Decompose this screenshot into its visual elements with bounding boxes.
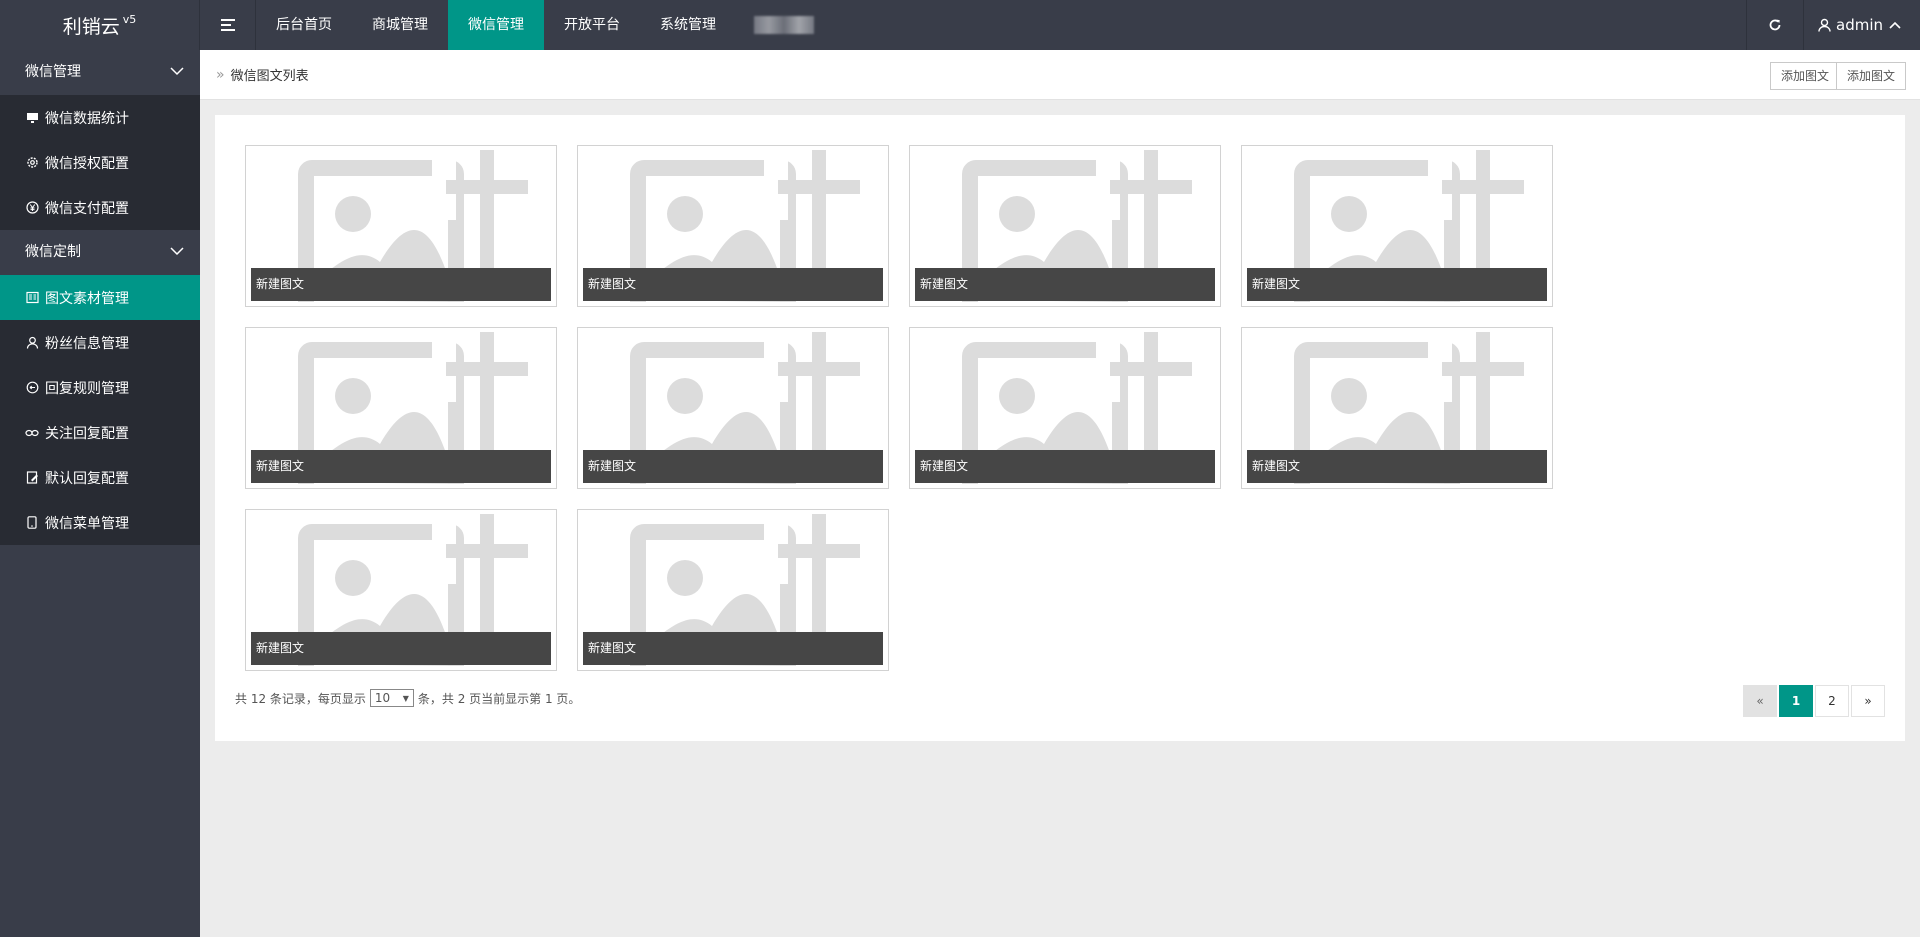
news-card-caption: 新建图文 [251,268,551,301]
pagination-summary-suffix: 条，共 2 页当前显示第 1 页。 [417,691,581,706]
add-news-button-2[interactable]: 添加图文 [1835,62,1906,90]
page-size-value: 10 [374,691,391,705]
sidebar-item-label: 关注回复配置 [45,425,129,442]
nav-item-home[interactable]: 后台首页 [256,0,352,50]
pagination-summary-prefix: 共 12 条记录，每页显示 [235,691,366,706]
caret-down-icon: ▼ [402,693,409,703]
pagination-page-1[interactable]: 1 [1779,685,1813,717]
news-card[interactable]: 新建图文 [577,327,889,489]
content-header: » 微信图文列表 添加图文 添加图文 [200,50,1920,100]
nav-item-wechat[interactable]: 微信管理 [448,0,544,50]
breadcrumb: » 微信图文列表 [216,50,309,99]
sidebar-item-label: 微信授权配置 [45,155,129,172]
sidebar-group-wechat-custom[interactable]: 微信定制 [0,230,200,275]
pagination-page-2[interactable]: 2 [1815,685,1849,717]
chevron-down-icon [170,67,184,76]
news-icon [25,291,39,305]
nav-item-redacted[interactable] [754,16,814,34]
menu-toggle-button[interactable] [200,0,256,50]
sidebar-item-label: 微信支付配置 [45,200,129,217]
sidebar-item-auth-config[interactable]: 微信授权配置 [0,140,200,185]
pagination-prev[interactable]: « [1743,685,1777,717]
news-card-caption: 新建图文 [583,268,883,301]
brand-version: v5 [122,12,137,26]
brand-logo[interactable]: 利销云 v5 [0,0,200,50]
reply-icon [25,381,39,395]
sidebar-item-label: 粉丝信息管理 [45,335,129,352]
pagination: « 1 2 » [1741,685,1885,717]
user-name: admin [1836,16,1883,34]
page-size-select[interactable]: 10 ▼ [369,689,414,707]
nav-item-open-platform[interactable]: 开放平台 [544,0,640,50]
pagination-next[interactable]: » [1851,685,1885,717]
refresh-icon [1769,19,1781,31]
news-card-caption: 新建图文 [583,632,883,665]
sidebar-item-fans-info[interactable]: 粉丝信息管理 [0,320,200,365]
sidebar-group-wechat-custom-items: 图文素材管理 粉丝信息管理 回复规则管理 关注回复配置 默认回复配置 微信菜单管… [0,275,200,545]
news-card[interactable]: 新建图文 [577,145,889,307]
page-title: 微信图文列表 [230,69,309,84]
phone-icon [25,516,39,530]
sidebar-item-label: 微信菜单管理 [45,515,129,532]
sidebar-group-label: 微信定制 [25,244,81,260]
news-card[interactable]: 新建图文 [1241,145,1553,307]
news-card-caption: 新建图文 [915,450,1215,483]
gear-icon [25,156,39,170]
news-card[interactable]: 新建图文 [245,145,557,307]
top-right-tools: admin [1746,0,1920,50]
news-card-caption: 新建图文 [1247,268,1547,301]
sidebar-item-label: 图文素材管理 [45,290,129,307]
link-icon [25,426,39,440]
news-card[interactable]: 新建图文 [909,327,1221,489]
sidebar-item-default-reply[interactable]: 默认回复配置 [0,455,200,500]
sidebar-item-wechat-menu[interactable]: 微信菜单管理 [0,500,200,545]
news-card-caption: 新建图文 [251,632,551,665]
news-card[interactable]: 新建图文 [577,509,889,671]
news-card-caption: 新建图文 [1247,450,1547,483]
add-news-button[interactable]: 添加图文 [1769,62,1840,90]
chevron-up-icon [1889,21,1901,29]
news-card-caption: 新建图文 [583,450,883,483]
sidebar-item-label: 回复规则管理 [45,380,129,397]
edit-doc-icon [25,471,39,485]
sidebar-group-wechat-manage[interactable]: 微信管理 [0,50,200,95]
sidebar-item-label: 默认回复配置 [45,470,129,487]
sidebar-item-label: 微信数据统计 [45,110,129,127]
nav-item-mall[interactable]: 商城管理 [352,0,448,50]
sidebar-item-follow-reply[interactable]: 关注回复配置 [0,410,200,455]
news-card[interactable]: 新建图文 [245,509,557,671]
top-nav: 后台首页 商城管理 微信管理 开放平台 系统管理 [256,0,814,50]
sidebar-group-label: 微信管理 [25,64,81,80]
sidebar: 微信管理 微信数据统计 微信授权配置 微信支付配置 微信定制 图文素材管理 粉丝… [0,50,200,937]
news-card-caption: 新建图文 [251,450,551,483]
user-menu[interactable]: admin [1803,0,1920,50]
news-card-caption: 新建图文 [915,268,1215,301]
sidebar-item-news-material[interactable]: 图文素材管理 [0,275,200,320]
pagination-summary: 共 12 条记录，每页显示 10 ▼ 条，共 2 页当前显示第 1 页。 [235,687,580,709]
news-card[interactable]: 新建图文 [245,327,557,489]
news-card[interactable]: 新建图文 [909,145,1221,307]
news-card[interactable]: 新建图文 [1241,327,1553,489]
user-icon [25,336,39,350]
double-chevron-right-icon: » [216,66,225,83]
sidebar-item-pay-config[interactable]: 微信支付配置 [0,185,200,230]
menu-toggle-icon [220,16,235,34]
user-icon [1818,18,1831,32]
top-bar: 利销云 v5 后台首页 商城管理 微信管理 开放平台 系统管理 admin [0,0,1920,50]
news-list-panel: 新建图文 新建图文 新建图文 新建图文 新建图文 新建图文 新建图文 新建图文 新建图文 新建图文… [215,115,1905,741]
sidebar-item-reply-rules[interactable]: 回复规则管理 [0,365,200,410]
brand-name: 利销云 [62,15,120,38]
yen-circle-icon [25,201,39,215]
monitor-icon [25,111,39,125]
chevron-down-icon [170,247,184,256]
refresh-button[interactable] [1746,0,1803,50]
nav-item-system[interactable]: 系统管理 [640,0,736,50]
sidebar-group-wechat-manage-items: 微信数据统计 微信授权配置 微信支付配置 [0,95,200,230]
sidebar-item-data-stats[interactable]: 微信数据统计 [0,95,200,140]
